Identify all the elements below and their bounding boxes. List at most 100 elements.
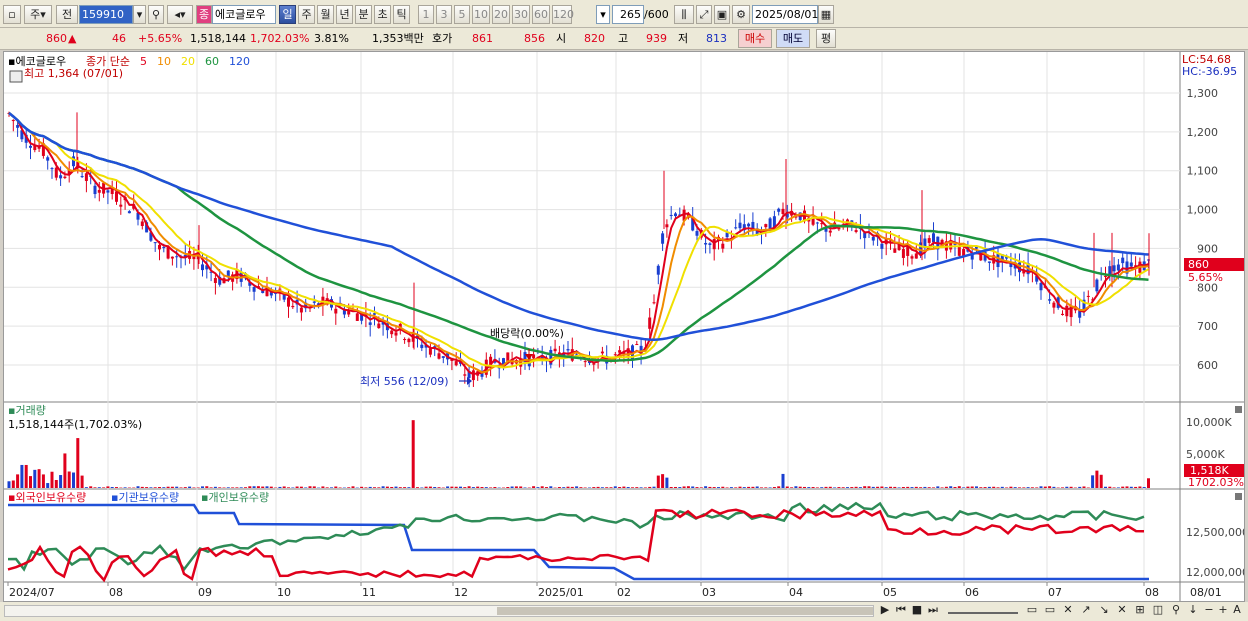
layout-icon[interactable]: ▭ [1024, 603, 1040, 619]
speaker-icon[interactable]: ◂▾ [167, 5, 193, 24]
volume-panel-close-icon[interactable] [1235, 406, 1242, 413]
zoom-slider[interactable] [948, 606, 1018, 614]
scrollbar-thumb[interactable] [497, 607, 873, 615]
zoom-icon[interactable]: ⤢ [696, 5, 712, 24]
interval-tab-0[interactable]: 1 [418, 5, 434, 24]
period-tab-3[interactable]: 년 [336, 5, 353, 24]
volume-bar [712, 487, 716, 488]
volume-bar [897, 487, 901, 488]
volume-bar [1069, 486, 1073, 488]
volume-bar [605, 487, 609, 488]
volume-bar [1030, 487, 1034, 488]
volume-bar [837, 487, 841, 488]
rewind-icon[interactable]: ⏮ [894, 603, 908, 619]
search-icon[interactable]: ⚲ [148, 5, 164, 24]
volume-bar [179, 487, 183, 488]
stop-icon[interactable]: ■ [910, 603, 924, 619]
window-icon[interactable]: ▫ [3, 5, 21, 24]
date-tick: 08 [1145, 586, 1159, 599]
stock-name-field[interactable]: 에코글로우 [212, 5, 276, 24]
volume-bar [1095, 470, 1099, 488]
forward-icon[interactable]: ⏭ [926, 603, 940, 619]
volume-current-pct: 1702.03% [1188, 476, 1244, 489]
tool6-icon[interactable]: ◫ [1150, 603, 1166, 619]
interval-tab-6[interactable]: 60 [532, 5, 550, 24]
layout2-icon[interactable]: ▭ [1042, 603, 1058, 619]
volume-bar [24, 464, 28, 488]
period-tab-0[interactable]: 일 [279, 5, 296, 24]
interval-tab-2[interactable]: 5 [454, 5, 470, 24]
volume-bar [467, 486, 471, 488]
candle-body [648, 317, 652, 329]
price-tick: 1,300 [1187, 87, 1219, 100]
avg-button[interactable]: 평 [816, 29, 836, 48]
volume-bar [59, 475, 63, 488]
candle-body [115, 191, 118, 202]
candle-body [170, 256, 174, 259]
gear-icon[interactable]: ⚙ [732, 5, 750, 24]
volume-bar [106, 486, 110, 488]
candle-body [1086, 295, 1090, 297]
volume-bar [398, 487, 402, 488]
chart-type-icon[interactable]: ⫼ [674, 5, 694, 24]
candle-body [1065, 305, 1069, 317]
zoom-in-icon[interactable]: + [1216, 603, 1230, 619]
period-tab-5[interactable]: 초 [374, 5, 391, 24]
candle-body [59, 175, 63, 179]
count-input[interactable]: 265 [612, 5, 644, 24]
tool4-icon[interactable]: ✕ [1114, 603, 1130, 619]
period-select[interactable]: 주▾ [24, 5, 52, 24]
tool-icon[interactable]: ✕ [1060, 603, 1076, 619]
interval-dropdown-icon[interactable]: ▾ [596, 5, 610, 24]
period-tab-2[interactable]: 월 [317, 5, 334, 24]
period-tab-4[interactable]: 분 [355, 5, 372, 24]
ask-label: 호가 [432, 32, 453, 45]
volume-bar [368, 486, 372, 488]
chart-area[interactable]: 1,300 1,200 1,100 1,000 900 800 700 600 2024/07… [3, 51, 1248, 602]
volume-bar [854, 486, 858, 488]
low-price: 813 [706, 32, 727, 45]
zoom-search-icon[interactable]: ⚲ [1168, 603, 1184, 619]
holdings-panel-close-icon[interactable] [1235, 493, 1242, 500]
save-icon[interactable]: ▣ [714, 5, 730, 24]
date-input[interactable]: 2025/08/01 [752, 5, 818, 24]
candle-body [893, 248, 897, 253]
up-arrow-icon: ▲ [68, 32, 77, 45]
interval-tab-7[interactable]: 120 [552, 5, 574, 24]
calendar-icon[interactable] [9, 70, 23, 83]
tool5-icon[interactable]: ⊞ [1132, 603, 1148, 619]
font-icon[interactable]: A [1230, 603, 1244, 619]
tool3-icon[interactable]: ↘ [1096, 603, 1112, 619]
code-dropdown-icon[interactable]: ▾ [133, 5, 146, 24]
candle-body [390, 330, 394, 335]
volume-bar [893, 486, 897, 488]
period-tab-6[interactable]: 틱 [393, 5, 410, 24]
type-select[interactable]: 전 [56, 5, 78, 24]
interval-tab-1[interactable]: 3 [436, 5, 452, 24]
code-input[interactable]: 159910 [79, 5, 133, 24]
interval-tab-3[interactable]: 10 [472, 5, 490, 24]
volume-bar [321, 486, 325, 488]
period-tab-1[interactable]: 주 [298, 5, 315, 24]
zoom-out-icon[interactable]: − [1202, 603, 1216, 619]
volume-bar [807, 487, 811, 488]
time-scrollbar[interactable] [4, 605, 874, 617]
date-tick: 02 [617, 586, 631, 599]
tool2-icon[interactable]: ↗ [1078, 603, 1094, 619]
stock-chart[interactable]: 1,3001,2001,1001,000900800700600 2024/07… [4, 52, 1248, 601]
arrow-down-icon[interactable]: ↓ [1186, 603, 1200, 619]
volume-bar [880, 486, 884, 488]
interval-tab-5[interactable]: 30 [512, 5, 530, 24]
volume-bar [635, 487, 639, 488]
sell-button[interactable]: 매도 [776, 29, 810, 48]
interval-tab-4[interactable]: 20 [492, 5, 510, 24]
volume-bar [304, 487, 308, 488]
buy-button[interactable]: 매수 [738, 29, 772, 48]
holdings-legend-item: ▪기관보유수량 [111, 491, 179, 504]
calendar-icon[interactable]: ▦ [818, 5, 834, 24]
turnover-rate: 3.81% [314, 32, 349, 45]
volume-bar [669, 486, 673, 488]
scroll-right-icon[interactable]: ▶ [878, 603, 892, 619]
hold-tick-12500000: 12,500,000 [1186, 526, 1244, 539]
date-tick: 2024/07 [9, 586, 55, 599]
